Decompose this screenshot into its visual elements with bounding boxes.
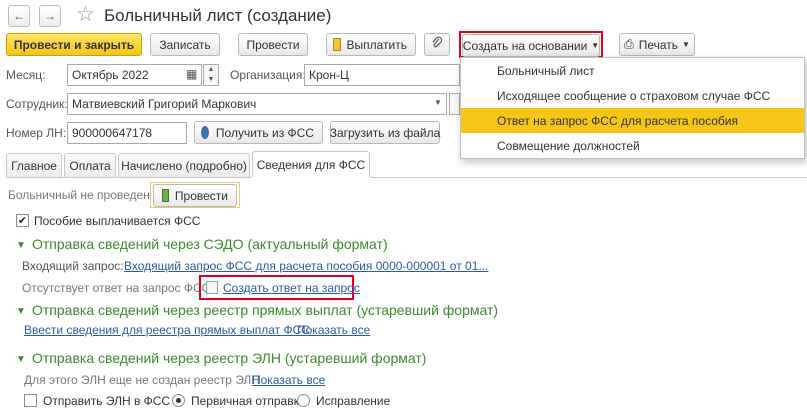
month-field[interactable]: Октябрь 2022 [67,64,202,86]
menu-item-sick-leave[interactable]: Больничный лист [461,58,804,83]
month-stepper[interactable]: ▲ ▼ [203,64,219,86]
printer-icon: ⎙ [624,37,634,51]
save-button[interactable]: Записать [150,33,220,56]
primary-send-radio[interactable] [172,394,185,407]
organization-field[interactable]: Крон-Ц [304,64,460,86]
employee-extra-button[interactable] [449,93,460,115]
chevron-down-icon[interactable]: ▼ [16,306,26,317]
tab-fss-info[interactable]: Сведения для ФСС [252,151,370,177]
post-and-close-button[interactable]: Провести и закрыть [6,33,142,56]
incoming-request-label: Входящий запрос: [22,259,124,273]
menu-item-fss-answer[interactable]: Ответ на запрос ФСС для расчета пособия [461,108,804,133]
chevron-down-icon: ▼ [682,40,690,49]
create-answer-link[interactable]: Создать ответ на запрос [223,281,360,295]
post-button[interactable]: Провести [238,33,308,56]
create-based-button[interactable]: Создать на основании ▼ [462,34,600,57]
eln-show-all-link[interactable]: Показать все [252,373,325,387]
fss-post-label: Провести [174,188,228,203]
number-field[interactable]: 900000647178 [67,122,187,144]
send-eln-checkbox[interactable] [24,394,37,407]
month-value: Октябрь 2022 [72,68,149,82]
get-from-fss-label: Получить из ФСС [215,125,314,140]
back-button[interactable]: ← [8,5,30,27]
stepper-up-icon[interactable]: ▲ [204,65,218,75]
incoming-request-link[interactable]: Входящий запрос ФСС для расчета пособия … [124,259,488,273]
page-title: Больничный лист (создание) [104,6,332,25]
new-doc-icon [206,281,218,294]
chevron-down-icon[interactable]: ▼ [16,354,26,365]
menu-item-outgoing-message[interactable]: Исходящее сообщение о страховом случае Ф… [461,83,804,108]
fss-post-button[interactable]: Провести [153,184,237,207]
sedo-section-title[interactable]: Отправка сведений через СЭДО (актуальный… [32,236,388,252]
print-button[interactable]: ⎙ Печать ▼ [619,33,695,56]
print-label: Печать [638,37,678,52]
number-value: 900000647178 [72,126,153,140]
forward-arrow-icon: → [44,9,56,23]
month-label: Месяц: [6,68,46,82]
pay-button[interactable]: Выплатить [326,33,416,56]
chevron-down-icon: ▼ [591,41,600,50]
stepper-down-icon[interactable]: ▼ [204,75,218,85]
pay-label: Выплатить [346,37,408,52]
not-posted-text: Больничный не проведен [8,188,150,202]
chevron-down-icon[interactable]: ▼ [16,240,26,251]
back-arrow-icon: ← [13,9,25,23]
menu-item-combining-positions[interactable]: Совмещение должностей [461,133,804,158]
correction-radio[interactable] [297,394,310,407]
number-label: Номер ЛН: [6,126,67,140]
direct-payments-link[interactable]: Ввести сведения для реестра прямых выпла… [24,323,310,337]
pay-icon [333,38,341,51]
employee-value: Матвиевский Григорий Маркович [72,97,257,111]
forward-button[interactable]: → [39,5,61,27]
chevron-down-icon[interactable]: ▼ [434,98,442,107]
tab-accrued-detailed[interactable]: Начислено (подробно) [118,153,250,177]
correction-label: Исправление [316,394,391,408]
employee-label: Сотрудник: [6,97,68,111]
load-from-file-button[interactable]: Загрузить из файла [330,121,440,144]
send-eln-label: Отправить ЭЛН в ФСС [43,394,171,408]
create-based-label: Создать на основании [462,38,588,53]
star-icon[interactable]: ☆ [76,2,95,27]
tab-baseline-right [370,177,807,178]
direct-payments-show-all-link[interactable]: Показать все [297,323,370,337]
benefit-paid-checkbox[interactable]: ✔ [16,214,29,227]
primary-send-label: Первичная отправка [191,394,306,408]
organization-label: Организация: [230,68,306,82]
tab-payment[interactable]: Оплата [64,153,116,177]
organization-value: Крон-Ц [309,68,349,82]
no-answer-text: Отсутствует ответ на запрос ФСС [22,281,211,295]
tab-baseline [6,177,252,178]
direct-payments-section-title[interactable]: Отправка сведений через реестр прямых вы… [32,302,498,318]
fss-icon [201,126,209,139]
get-from-fss-button[interactable]: Получить из ФСС [194,121,323,144]
attach-button[interactable] [424,33,450,56]
eln-note-text: Для этого ЭЛН еще не создан реестр ЭЛН [24,373,260,387]
benefit-paid-label: Пособие выплачивается ФСС [34,214,201,228]
eln-section-title[interactable]: Отправка сведений через реестр ЭЛН (уста… [32,350,426,366]
calendar-icon[interactable]: ▦ [186,67,197,81]
employee-field[interactable]: Матвиевский Григорий Маркович [67,93,447,115]
paperclip-icon [431,36,443,53]
post-doc-icon [162,189,169,202]
tab-main[interactable]: Главное [6,153,62,177]
create-based-dropdown: Больничный лист Исходящее сообщение о ст… [460,57,805,159]
